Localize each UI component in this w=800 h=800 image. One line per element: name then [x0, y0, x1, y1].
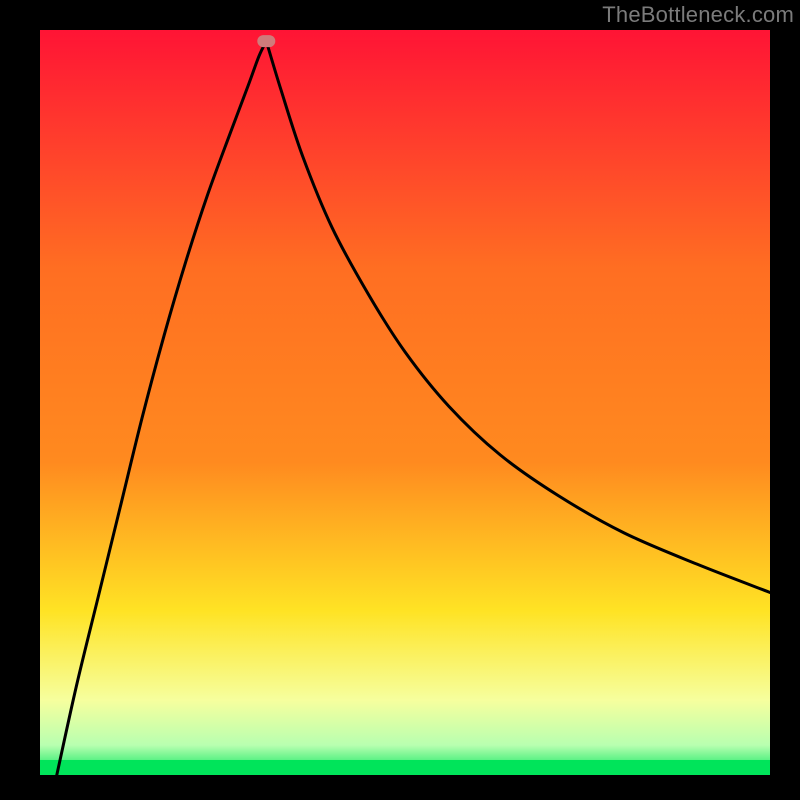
bottleneck-curve-chart	[0, 0, 800, 800]
green-baseline-band	[40, 760, 770, 775]
chart-container: { "watermark": "TheBottleneck.com", "cha…	[0, 0, 800, 800]
watermark-text: TheBottleneck.com	[602, 2, 794, 28]
optimal-point-marker	[257, 35, 275, 47]
plot-background	[40, 30, 770, 775]
